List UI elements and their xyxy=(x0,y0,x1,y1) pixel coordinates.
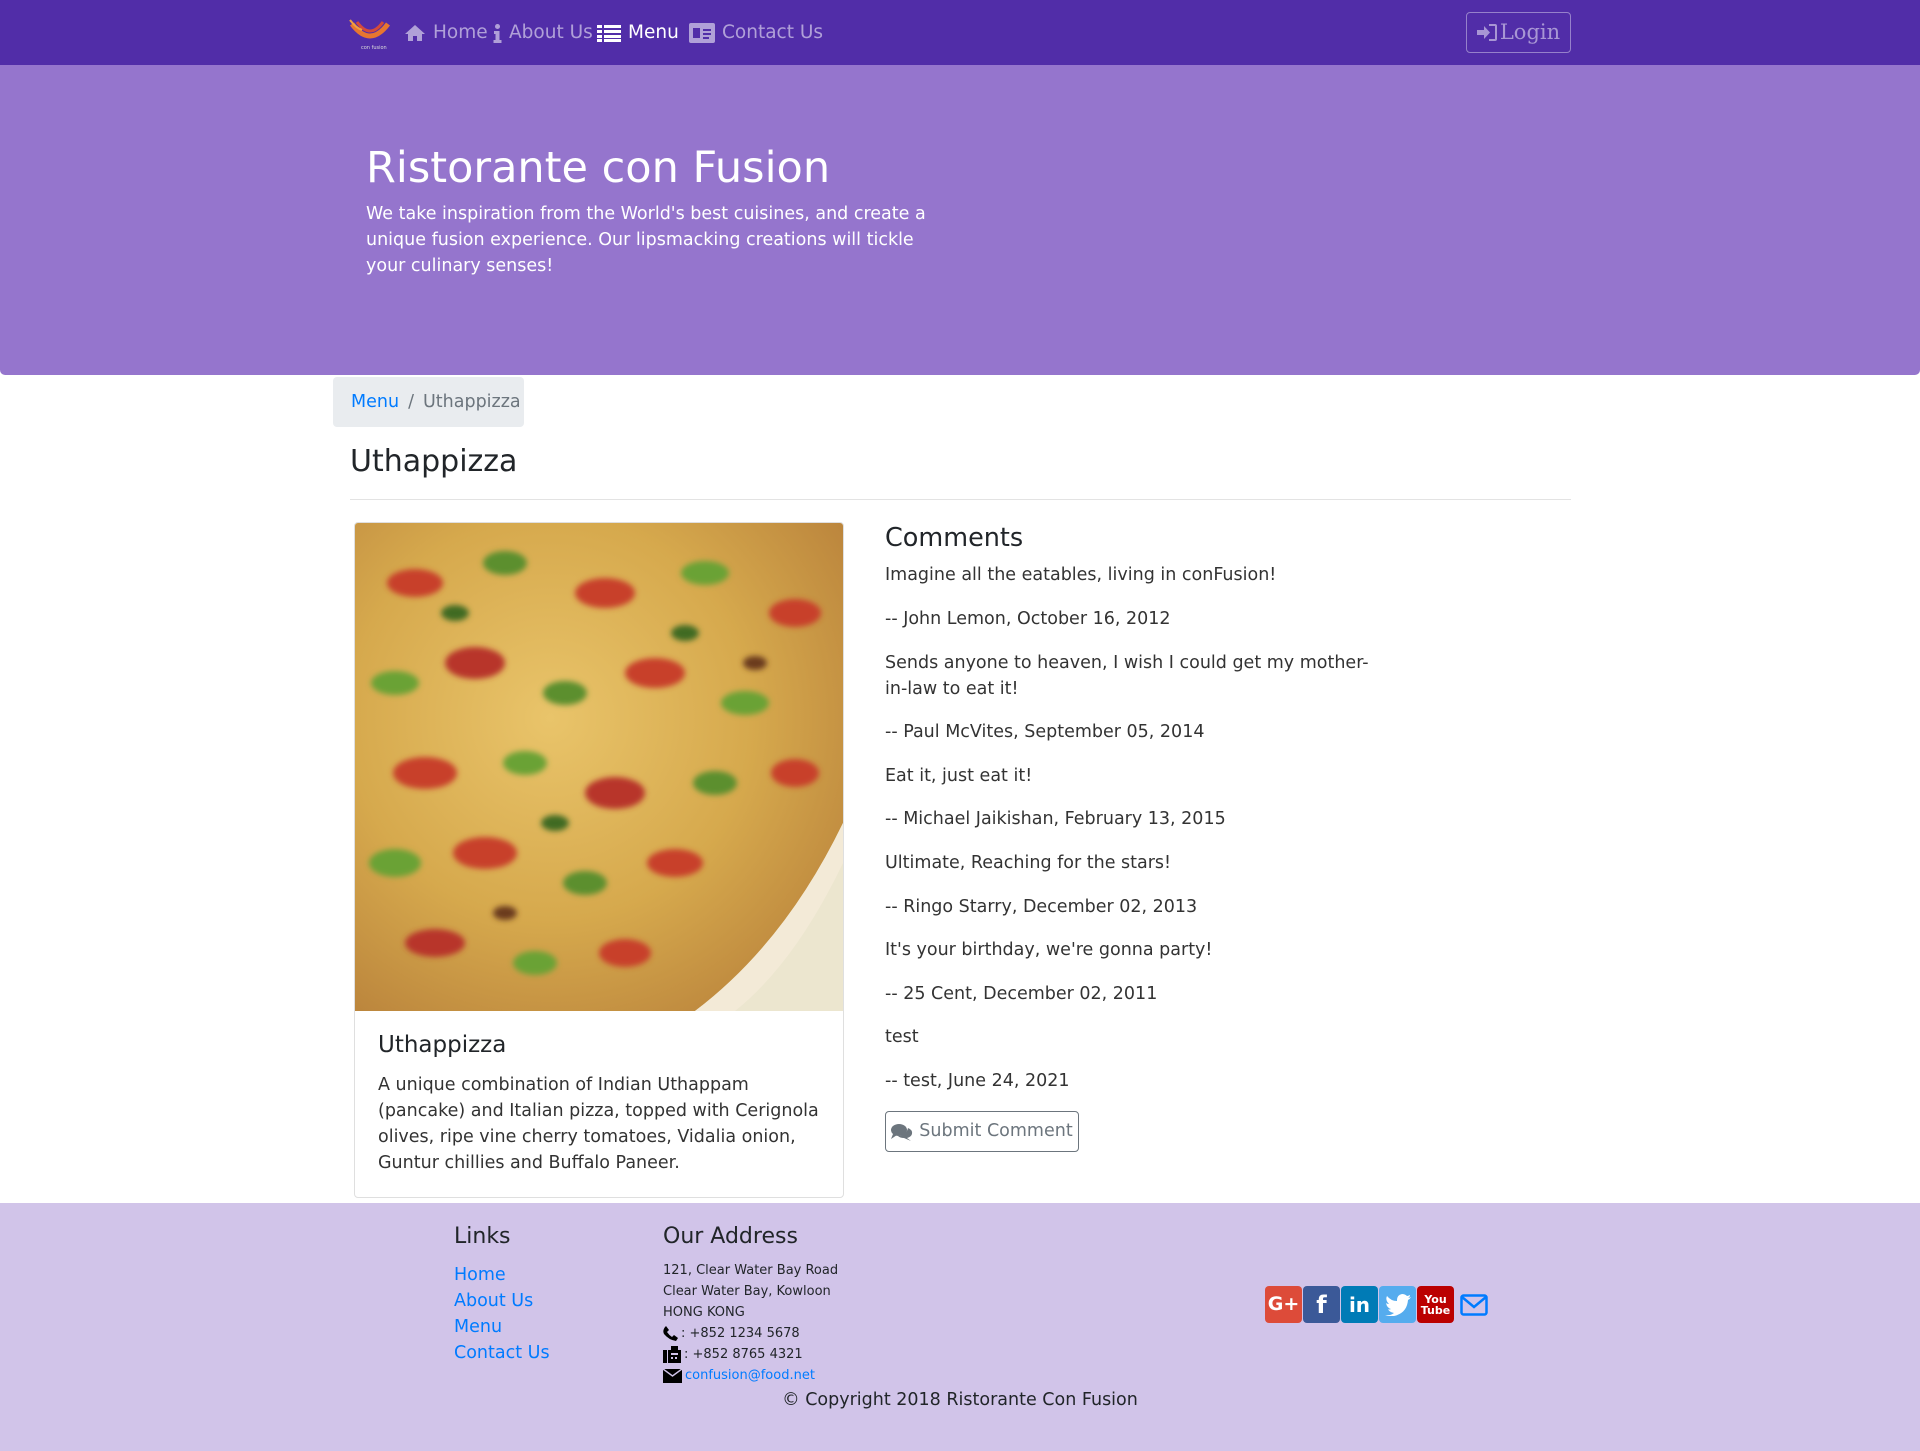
footer-link-menu[interactable]: Menu xyxy=(454,1314,502,1340)
comment-text: Sends anyone to heaven, I wish I could g… xyxy=(885,653,1369,699)
fax-number: : +852 8765 4321 xyxy=(684,1347,803,1362)
address-card-icon xyxy=(689,23,715,43)
breadcrumb-current: Uthappizza xyxy=(422,391,521,412)
google-plus-icon[interactable]: G+ xyxy=(1265,1286,1302,1323)
address-line: HONG KONG xyxy=(663,1305,745,1320)
footer-link-home[interactable]: Home xyxy=(454,1262,506,1288)
nav-home[interactable]: Home xyxy=(404,19,488,47)
nav-contact[interactable]: Contact Us xyxy=(689,19,823,47)
dish-card: Uthappizza A unique combination of India… xyxy=(354,522,844,1198)
comment-byline: -- Michael Jaikishan, February 13, 2015 xyxy=(885,809,1226,829)
facebook-icon[interactable]: f xyxy=(1303,1286,1340,1323)
svg-text:con fusion: con fusion xyxy=(361,45,387,51)
comment-byline: -- Ringo Starry, December 02, 2013 xyxy=(885,897,1198,917)
nav-menu[interactable]: Menu xyxy=(597,19,679,47)
footer-link-contact[interactable]: Contact Us xyxy=(454,1340,550,1366)
nav-contact-label: Contact Us xyxy=(722,22,824,44)
comment-byline: -- 25 Cent, December 02, 2011 xyxy=(885,984,1158,1004)
jumbotron: Ristorante con Fusion We take inspiratio… xyxy=(0,65,1920,375)
footer-address-title: Our Address xyxy=(663,1224,798,1249)
dish-description: A unique combination of Indian Uthappam … xyxy=(378,1075,819,1173)
navbar: con fusion Home About Us Menu Contact Us… xyxy=(0,0,1920,65)
address-line: 121, Clear Water Bay Road xyxy=(663,1263,839,1278)
nav-home-label: Home xyxy=(433,22,488,44)
comment-text: Imagine all the eatables, living in conF… xyxy=(885,565,1277,585)
submit-comment-label: Submit Comment xyxy=(919,1121,1073,1142)
linkedin-icon[interactable]: in xyxy=(1341,1286,1378,1323)
footer: Links Home About Us Menu Contact Us Our … xyxy=(0,1203,1920,1451)
nav-about[interactable]: About Us xyxy=(493,19,593,47)
phone-number: : +852 1234 5678 xyxy=(681,1326,800,1341)
sign-in-icon xyxy=(1476,24,1497,41)
comment-text: test xyxy=(885,1027,919,1047)
dish-title: Uthappizza xyxy=(378,1032,507,1058)
dish-image xyxy=(355,523,843,1011)
nav-about-label: About Us xyxy=(509,22,593,44)
copyright: © Copyright 2018 Ristorante Con Fusion xyxy=(782,1390,1138,1410)
envelope-icon xyxy=(663,1368,682,1383)
nav-menu-label: Menu xyxy=(628,22,679,44)
footer-links-title: Links xyxy=(454,1224,511,1249)
home-icon xyxy=(405,25,425,41)
breadcrumb: Menu / Uthappizza xyxy=(333,377,524,427)
youtube-icon[interactable]: You Tube xyxy=(1417,1286,1454,1323)
phone-line: : +852 1234 5678 xyxy=(663,1323,800,1344)
email-line: confusion@food.net xyxy=(663,1365,815,1386)
breadcrumb-separator: / xyxy=(408,391,414,412)
jumbotron-title: Ristorante con Fusion xyxy=(366,143,831,193)
comment-text: Eat it, just eat it! xyxy=(885,766,1033,786)
comment-text: It's your birthday, we're gonna party! xyxy=(885,940,1213,960)
email-link[interactable]: confusion@food.net xyxy=(685,1365,815,1386)
title-divider xyxy=(350,499,1571,500)
breadcrumb-menu-link[interactable]: Menu xyxy=(351,389,399,415)
login-label: Login xyxy=(1499,19,1561,44)
login-button[interactable]: Login xyxy=(1466,12,1571,53)
comments-icon xyxy=(891,1123,913,1141)
submit-comment-button[interactable]: Submit Comment xyxy=(885,1111,1079,1152)
restaurant-logo[interactable]: con fusion xyxy=(348,14,392,51)
page-title: Uthappizza xyxy=(350,444,518,479)
comment-byline: -- test, June 24, 2021 xyxy=(885,1071,1070,1091)
footer-link-about[interactable]: About Us xyxy=(454,1288,533,1314)
address-line: Clear Water Bay, Kowloon xyxy=(663,1284,831,1299)
fax-line: : +852 8765 4321 xyxy=(663,1344,803,1365)
comment-byline: -- John Lemon, October 16, 2012 xyxy=(885,609,1171,629)
list-icon xyxy=(597,25,621,42)
info-icon xyxy=(493,23,502,43)
fax-icon xyxy=(663,1346,681,1363)
phone-icon xyxy=(663,1326,678,1341)
mail-icon[interactable] xyxy=(1455,1286,1492,1323)
twitter-icon[interactable] xyxy=(1379,1286,1416,1323)
jumbotron-text: We take inspiration from the World's bes… xyxy=(366,204,926,276)
comment-byline: -- Paul McVites, September 05, 2014 xyxy=(885,722,1205,742)
comment-text: Ultimate, Reaching for the stars! xyxy=(885,853,1172,873)
comments-title: Comments xyxy=(885,523,1024,553)
